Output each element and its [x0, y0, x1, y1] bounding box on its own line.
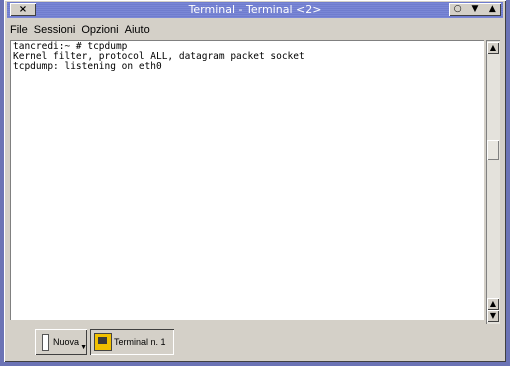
scroll-down-button[interactable]: ▼: [487, 310, 499, 322]
vertical-scrollbar[interactable]: ▲ ▲ ▼: [486, 40, 500, 324]
scroll-up-button-bottom[interactable]: ▲: [487, 298, 499, 310]
new-page-icon: [42, 333, 50, 351]
terminal-window: × Terminal - Terminal <2> ○ ▼ ▲ File Sess…: [4, 0, 506, 362]
tab-terminal-1-label: Terminal n. 1: [114, 337, 166, 347]
new-session-button[interactable]: Nuova ▼: [35, 329, 87, 355]
menu-bar: File Sessioni Opzioni Aiuto: [7, 21, 503, 39]
title-bar[interactable]: × Terminal - Terminal <2> ○ ▼ ▲: [7, 2, 503, 18]
iconify-button[interactable]: ○: [449, 3, 466, 16]
terminal-icon: [94, 333, 112, 351]
tab-terminal-1[interactable]: Terminal n. 1: [90, 329, 174, 355]
session-tab-bar: Nuova ▼ Terminal n. 1: [8, 325, 502, 357]
menu-sessioni[interactable]: Sessioni: [34, 24, 76, 36]
chevron-down-icon: ▼: [80, 343, 87, 351]
window-title: Terminal - Terminal <2>: [188, 3, 322, 16]
terminal-output[interactable]: tancredi:~ # tcpdump Kernel filter, proto…: [10, 40, 484, 320]
new-session-label: Nuova: [53, 337, 80, 347]
menu-aiuto[interactable]: Aiuto: [125, 24, 150, 36]
scroll-up-button[interactable]: ▲: [487, 42, 499, 54]
window-controls: ○ ▼ ▲: [449, 3, 501, 16]
menu-opzioni[interactable]: Opzioni: [81, 24, 118, 36]
maximize-button[interactable]: ▲: [484, 3, 501, 16]
minimize-button[interactable]: ▼: [466, 3, 483, 16]
scrollbar-thumb[interactable]: [487, 140, 499, 160]
menu-file[interactable]: File: [10, 24, 28, 36]
terminal-line: tcpdump: listening on eth0: [13, 61, 162, 72]
